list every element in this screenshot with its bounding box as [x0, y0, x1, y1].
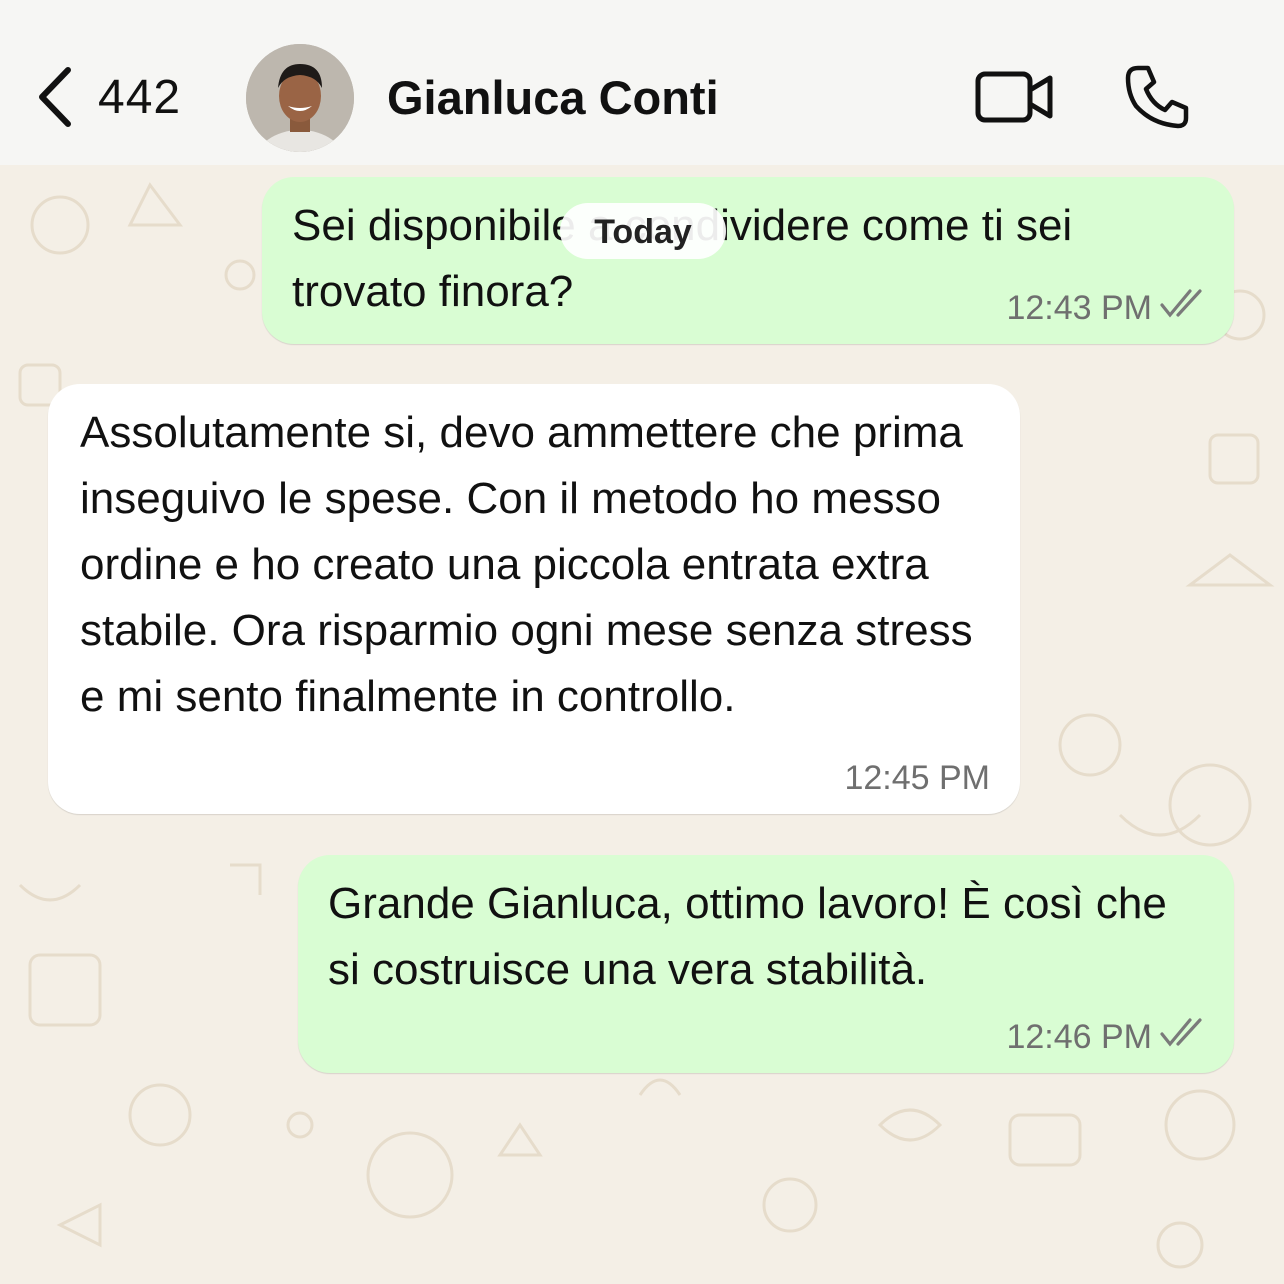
message-meta: 12:45 PM [844, 759, 990, 798]
message-text: Assolutamente si, devo ammettere che pri… [80, 408, 973, 721]
message-meta: 12:43 PM [1006, 289, 1206, 328]
message-time: 12:46 PM [1006, 1018, 1152, 1056]
unread-count: 442 [98, 70, 182, 124]
voice-call-button[interactable] [1124, 64, 1190, 135]
message-bubble-incoming[interactable]: Assolutamente si, devo ammettere che pri… [48, 384, 1020, 814]
video-camera-icon [975, 71, 1055, 128]
phone-icon [1124, 65, 1190, 134]
avatar[interactable] [246, 44, 354, 152]
message-text: Grande Gianluca, ottimo lavoro! È così c… [328, 879, 1167, 994]
contact-name[interactable]: Gianluca Conti [387, 70, 719, 125]
chevron-left-icon [36, 66, 72, 128]
date-separator: Today [560, 203, 726, 259]
message-meta: 12:46 PM [1006, 1018, 1206, 1057]
video-call-button[interactable] [975, 70, 1055, 129]
double-check-icon [1160, 1018, 1206, 1057]
message-time: 12:45 PM [844, 759, 990, 797]
message-time: 12:43 PM [1006, 289, 1152, 327]
double-check-icon [1160, 289, 1206, 328]
chat-header: 442 Gianluca Conti [0, 0, 1284, 165]
message-bubble-outgoing[interactable]: Grande Gianluca, ottimo lavoro! È così c… [298, 855, 1234, 1073]
message-bubble-outgoing[interactable]: Sei disponibile a condividere come ti se… [262, 177, 1234, 344]
back-button[interactable]: 442 [36, 66, 181, 128]
